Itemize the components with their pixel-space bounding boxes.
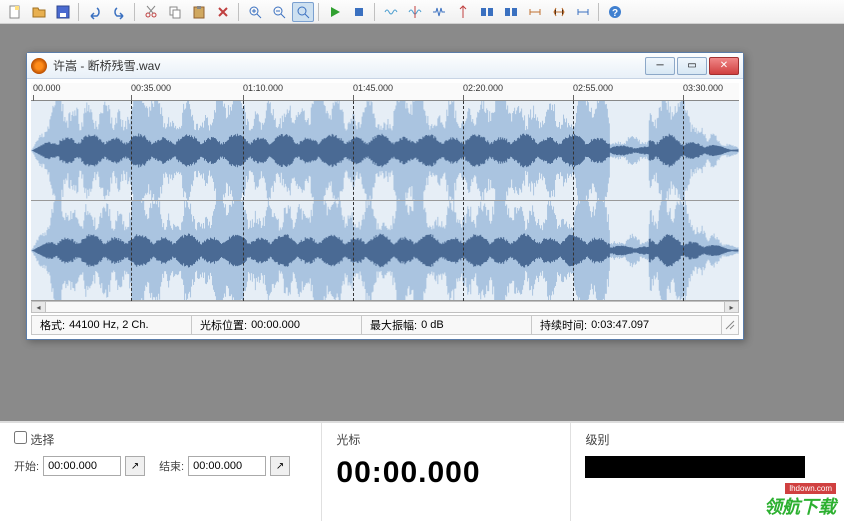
help-button[interactable]: ? [604,2,626,22]
workspace: 许嵩 - 断桥残雪.wav ─ ▭ ✕ 00.000 00:35.000 01:… [0,24,844,421]
svg-text:?: ? [612,8,618,19]
fade-out-button[interactable] [500,2,522,22]
level-heading: 级别 [585,431,830,448]
ruler-tick: 00.000 [33,83,61,93]
waveform-area[interactable] [31,101,739,301]
fade-in-button[interactable] [476,2,498,22]
document-titlebar[interactable]: 许嵩 - 断桥残雪.wav ─ ▭ ✕ [27,53,743,79]
minimize-button[interactable]: ─ [645,57,675,75]
grid-line-icon [463,101,464,301]
separator-icon [78,3,80,21]
end-label: 结束: [159,458,184,474]
region1-button[interactable] [524,2,546,22]
document-title: 许嵩 - 断桥残雪.wav [53,57,645,74]
ruler-tick: 02:55.000 [573,83,613,93]
channel-left[interactable] [31,101,739,201]
scroll-left-button[interactable]: ◂ [32,302,46,312]
new-file-button[interactable] [4,2,26,22]
grid-line-icon [353,101,354,301]
separator-icon [318,3,320,21]
watermark-url: lhdown.com [785,483,836,494]
ruler-tick: 03:30.000 [683,83,723,93]
start-pick-button[interactable]: ↗ [125,456,145,476]
ruler-tick: 00:35.000 [131,83,171,93]
cut-button[interactable] [140,2,162,22]
zoom-in-button[interactable] [244,2,266,22]
ruler-tick: 01:10.000 [243,83,283,93]
grid-line-icon [243,101,244,301]
cursor-heading: 光标 [336,431,556,448]
select-heading: 选择 [14,431,307,448]
cursor-pos-label: 光标位置: [200,317,247,333]
waveform-left-icon [31,101,739,200]
scroll-track[interactable] [46,302,724,312]
ruler-tick: 01:45.000 [353,83,393,93]
app-icon [31,58,47,74]
region2-button[interactable] [548,2,570,22]
main-toolbar: ? [0,0,844,24]
undo-button[interactable] [84,2,106,22]
channel-right[interactable] [31,201,739,301]
open-file-button[interactable] [28,2,50,22]
duration-label: 持续时间: [540,317,587,333]
maximize-button[interactable]: ▭ [677,57,707,75]
start-label: 开始: [14,458,39,474]
format-value: 44100 Hz, 2 Ch. [69,319,149,331]
effect1-button[interactable] [380,2,402,22]
watermark: lhdown.com 领航下载 [764,493,836,519]
duration-value: 0:03:47.097 [591,319,649,331]
watermark-text: 领航下载 [764,497,836,517]
grid-line-icon [573,101,574,301]
start-input[interactable] [43,456,121,476]
separator-icon [598,3,600,21]
time-ruler[interactable]: 00.000 00:35.000 01:10.000 01:45.000 02:… [31,83,739,101]
play-button[interactable] [324,2,346,22]
end-input[interactable] [188,456,266,476]
bottom-panel: 选择 开始: ↗ 结束: ↗ 光标 00:00.000 级别 [0,421,844,521]
close-button[interactable]: ✕ [709,57,739,75]
select-heading-text: 选择 [30,433,54,447]
delete-button[interactable] [212,2,234,22]
amplitude-label: 最大振幅: [370,317,417,333]
resize-grip-icon[interactable] [722,316,738,334]
redo-button[interactable] [108,2,130,22]
ruler-tick: 02:20.000 [463,83,503,93]
level-meter [585,456,805,478]
cursor-pos-value: 00:00.000 [251,319,300,331]
marker-button[interactable] [452,2,474,22]
separator-icon [134,3,136,21]
cursor-display: 00:00.000 [336,456,556,490]
zoom-selection-button[interactable] [292,2,314,22]
stop-button[interactable] [348,2,370,22]
waveform-right-icon [31,201,739,300]
grid-line-icon [683,101,684,301]
save-file-button[interactable] [52,2,74,22]
end-pick-button[interactable]: ↗ [270,456,290,476]
effect3-button[interactable] [428,2,450,22]
amplitude-value: 0 dB [421,319,444,331]
copy-button[interactable] [164,2,186,22]
format-label: 格式: [40,317,65,333]
paste-button[interactable] [188,2,210,22]
effect2-button[interactable] [404,2,426,22]
zoom-out-button[interactable] [268,2,290,22]
separator-icon [374,3,376,21]
select-checkbox[interactable] [14,431,27,444]
grid-line-icon [131,101,132,301]
horizontal-scrollbar[interactable]: ◂ ▸ [31,301,739,313]
document-window: 许嵩 - 断桥残雪.wav ─ ▭ ✕ 00.000 00:35.000 01:… [26,52,744,340]
separator-icon [238,3,240,21]
region3-button[interactable] [572,2,594,22]
status-bar: 格式: 44100 Hz, 2 Ch. 光标位置: 00:00.000 最大振幅… [31,315,739,335]
scroll-right-button[interactable]: ▸ [724,302,738,312]
